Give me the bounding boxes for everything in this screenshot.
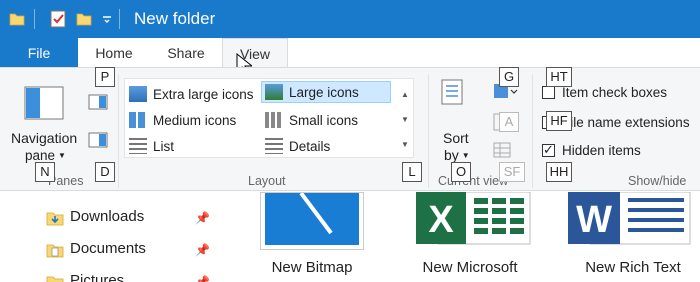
excel-thumbnail[interactable]: X [416,191,532,250]
hidden-items-label: Hidden items [562,143,641,158]
sort-label: Sort [443,130,469,146]
nav-item-downloads[interactable]: Downloads [46,208,144,225]
file-label-excel[interactable]: New Microsoft [405,259,535,276]
layout-extra-large-icons[interactable]: Extra large icons [129,83,254,105]
ribbon-view: Navigation pane ▼ Panes Extra large icon… [0,67,700,191]
layout-extra-large-label: Extra large icons [153,86,254,102]
window-title: New folder [134,9,216,28]
group-separator [118,74,119,188]
layout-small-icons[interactable]: Small icons [265,109,358,131]
layout-large-icons[interactable]: Large icons [261,81,391,103]
keytip-l: L [402,162,422,182]
downloads-icon [46,210,64,225]
bitmap-image-icon [265,191,359,245]
pictures-icon [46,274,64,282]
keytip-hh: HH [546,162,572,182]
hidden-items-option[interactable]: Hidden items [542,142,641,158]
navigation-pane-label-2: pane ▼ [25,148,66,163]
svg-text:W: W [576,199,612,241]
nav-label-downloads: Downloads [70,208,145,225]
bitmap-thumbnail[interactable] [260,191,364,250]
file-name-extensions-label: File name extensions [562,115,690,130]
chevron-down-icon[interactable] [101,10,113,28]
pin-icon[interactable]: 📌 [195,211,210,225]
content-area: Downloads 📌 Documents 📌 Pictures 📌 New B… [0,191,700,282]
sort-by-button[interactable]: Sort [443,130,469,146]
file-label-rtf[interactable]: New Rich Text [568,259,698,276]
layout-medium-label: Medium icons [153,112,237,128]
tab-view[interactable]: View [222,38,288,68]
chevron-down-icon: ▼ [461,150,470,160]
word-icon: W [568,191,691,245]
new-folder-icon[interactable] [75,10,93,28]
layout-list-label: List [153,138,175,154]
quick-access-separator [34,9,35,29]
item-check-boxes-option[interactable]: Item check boxes [542,85,667,100]
group-separator [428,74,429,188]
sort-by-label: by [444,147,459,163]
tab-file[interactable]: File [0,38,78,68]
extra-large-icons-icon [129,86,147,102]
navigation-pane-label-line2: pane [25,148,56,163]
pin-icon[interactable]: 📌 [195,243,210,257]
chevron-up-icon[interactable]: ▲ [400,90,410,99]
keytip-g: G [499,67,519,87]
item-check-boxes-label: Item check boxes [562,85,668,100]
title-separator [119,9,120,29]
current-view-group-label: Current view [438,174,509,188]
tab-share[interactable]: Share [156,38,216,68]
layout-small-label: Small icons [289,112,359,128]
pin-icon[interactable]: 📌 [195,275,210,282]
keytip-n: N [35,162,55,182]
svg-text:X: X [428,199,454,241]
keytip-o: O [451,162,471,182]
keytip-a: A [499,112,519,132]
layout-group-label: Layout [248,174,286,188]
list-icon [129,138,147,154]
chevron-down-icon: ▼ [58,151,66,160]
title-bar: New folder [0,0,700,38]
show-hide-group-label: Show/hide [628,174,687,188]
nav-item-documents[interactable]: Documents [46,240,146,257]
preview-pane-icon[interactable] [88,94,108,110]
layout-list[interactable]: List [129,135,174,157]
tab-home[interactable]: Home [84,38,144,68]
folder-icon[interactable] [8,10,26,28]
keytip-sf: SF [499,162,525,182]
size-columns-icon[interactable] [492,140,514,160]
more-dropdown-icon[interactable]: ▼ [400,140,410,149]
medium-icons-icon [129,112,147,128]
keytip-d: D [95,162,115,182]
large-icons-icon [265,84,283,100]
rtf-thumbnail[interactable]: W [568,191,692,250]
properties-icon[interactable] [49,10,67,28]
keytip-p: P [95,67,115,87]
documents-icon [46,242,64,257]
ribbon-tabs: File Home Share View [0,38,700,75]
details-pane-icon[interactable] [88,132,108,148]
keytip-hf: HF [546,111,572,131]
group-separator [532,74,533,188]
navigation-pane-icon [24,86,64,120]
nav-label-documents: Documents [70,240,146,257]
item-check-boxes-checkbox[interactable] [542,86,555,99]
layout-details[interactable]: Details [265,135,330,157]
navigation-pane-label: Navigation [11,130,78,146]
file-label-bitmap[interactable]: New Bitmap [247,259,377,276]
layout-medium-icons[interactable]: Medium icons [129,109,236,131]
sort-by-icon[interactable] [440,78,468,108]
layout-details-label: Details [289,138,331,154]
details-icon [265,138,283,154]
keytip-ht: HT [546,67,572,87]
layout-large-label: Large icons [289,84,359,100]
small-icons-icon [265,112,283,128]
nav-label-pictures: Pictures [70,272,125,282]
hidden-items-checkbox[interactable] [542,142,555,158]
nav-item-pictures[interactable]: Pictures [46,272,124,282]
excel-icon: X [416,191,531,245]
sort-by-label-row: by ▼ [444,147,470,163]
chevron-down-icon[interactable]: ▼ [400,115,410,124]
layout-gallery: Extra large icons Large icons Medium ico… [124,78,414,158]
